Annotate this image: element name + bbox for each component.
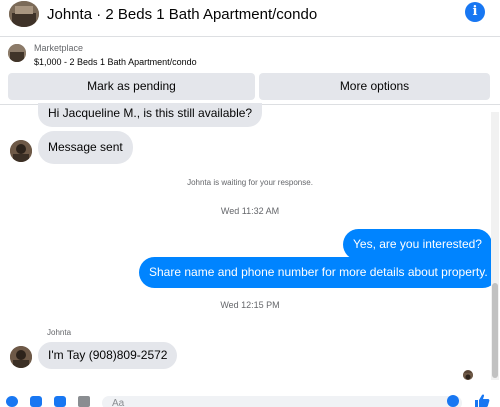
- message-bubble: Message sent: [38, 131, 133, 164]
- mark-as-pending-button[interactable]: Mark as pending: [8, 73, 255, 100]
- photo-icon[interactable]: [30, 396, 42, 407]
- more-options-button[interactable]: More options: [259, 73, 490, 100]
- message-bubble: Share name and phone number for more det…: [139, 257, 498, 288]
- listing-title[interactable]: $1,000 - 2 Beds 1 Bath Apartment/condo: [34, 57, 197, 67]
- marketplace-banner: Marketplace $1,000 - 2 Beds 1 Bath Apart…: [0, 38, 500, 104]
- emoji-icon[interactable]: [447, 395, 459, 407]
- conversation-title[interactable]: Johnta · 2 Beds 1 Bath Apartment/condo: [47, 6, 317, 23]
- info-icon[interactable]: i: [465, 2, 485, 22]
- timestamp: Wed 11:32 AM: [220, 206, 280, 216]
- message-bubble: Hi Jacqueline M., is this still availabl…: [38, 103, 263, 127]
- message-composer: Aa: [0, 394, 500, 407]
- avatar: [10, 140, 32, 162]
- waiting-notice: Johnta is waiting for your response.: [187, 178, 313, 187]
- scrollbar-thumb[interactable]: [492, 283, 498, 378]
- add-icon[interactable]: [6, 396, 18, 407]
- like-icon[interactable]: [474, 394, 490, 407]
- sticker-icon[interactable]: [54, 396, 66, 407]
- gif-icon[interactable]: [78, 396, 90, 407]
- read-receipt-avatar: [463, 370, 473, 380]
- marketplace-label: Marketplace: [34, 43, 84, 53]
- listing-thumbnail[interactable]: [8, 44, 26, 62]
- timestamp: Wed 12:15 PM: [220, 300, 280, 310]
- avatar[interactable]: [9, 1, 39, 27]
- sender-name: Johnta: [47, 328, 72, 337]
- header-divider: [0, 36, 500, 37]
- avatar: [10, 346, 32, 368]
- message-bubble: I'm Tay (908)809-2572: [38, 342, 178, 369]
- message-bubble: Yes, are you interested?: [343, 229, 492, 260]
- conversation-header: Johnta · 2 Beds 1 Bath Apartment/condo i: [0, 0, 500, 30]
- message-input-placeholder: Aa: [112, 398, 125, 407]
- message-input[interactable]: Aa: [102, 396, 462, 407]
